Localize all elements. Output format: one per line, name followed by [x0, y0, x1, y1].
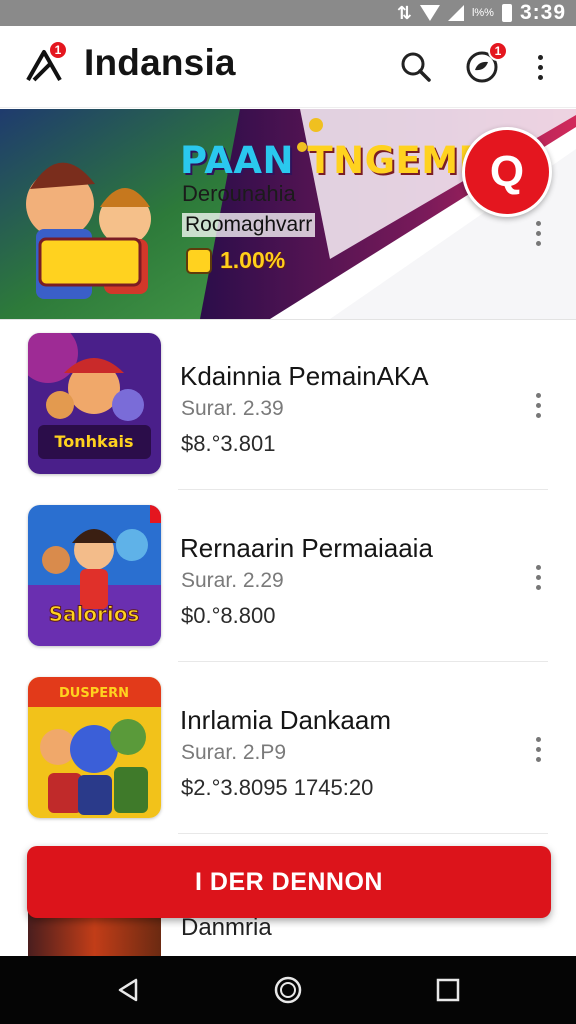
sync-icon: ⇅ [396, 2, 412, 23]
game-thumbnail[interactable]: DUSPERN [28, 677, 161, 818]
app-bar: 1 Indansia 1 [0, 26, 576, 108]
rating-chip-icon [186, 247, 212, 274]
more-vertical-icon [535, 220, 541, 246]
q-logo-badge[interactable]: Q [462, 127, 552, 217]
list-item[interactable]: Salorios Rernaarin Permaiaaia Surar. 2.2… [0, 505, 576, 675]
item-price: $2.°3.8095 1745:20 [181, 775, 374, 800]
wifi-icon [419, 5, 440, 21]
thumbnail-art: Salorios [28, 505, 161, 646]
game-thumbnail[interactable] [28, 912, 161, 956]
back-triangle-icon [118, 978, 138, 1002]
home-circle-icon [274, 976, 302, 1004]
more-vertical-icon [535, 564, 541, 590]
chat-notification-badge: 1 [488, 41, 508, 61]
item-separator [178, 833, 548, 834]
banner-headline-part1: PAAN [180, 139, 294, 182]
list-item[interactable]: DUSPERN Inrlamia Dankaam Surar. 2.P9 $2.… [0, 677, 576, 847]
logo-notification-badge: 1 [48, 40, 68, 60]
search-button[interactable] [396, 47, 436, 87]
item-subtitle: Surar. 2.29 [181, 569, 284, 592]
banner-rating: 1.00% [186, 247, 285, 274]
app-logo[interactable]: 1 [24, 40, 68, 86]
nav-back-button[interactable] [110, 972, 146, 1008]
banner-description: Roomaghvarr [182, 213, 316, 237]
item-separator [178, 489, 548, 490]
promo-banner[interactable]: PAAN TNGEMR Derounahia Roomaghvarr 1.00%… [0, 109, 576, 319]
thumbnail-caption: DUSPERN [59, 686, 129, 701]
app-title: Indansia [84, 42, 236, 83]
item-separator [178, 661, 548, 662]
list-item-partial[interactable]: Danmria [0, 912, 576, 956]
divider [0, 319, 576, 320]
item-title: Inrlamia Dankaam [180, 705, 391, 735]
thumbnail-caption: Tonhkais [54, 432, 133, 451]
nav-recents-button[interactable] [430, 972, 466, 1008]
battery-percent: l%% [471, 7, 494, 19]
list-item[interactable]: Tonhkais Kdainnia PemainAKA Surar. 2.39 … [0, 333, 576, 503]
banner-headline-part2: TNGEMR [307, 139, 488, 182]
status-icons: ⇅ l%% 3:39 [396, 1, 566, 24]
search-icon [401, 52, 431, 82]
battery-icon [501, 4, 512, 22]
recents-square-icon [436, 978, 460, 1002]
chat-button[interactable]: 1 [462, 41, 508, 87]
item-subtitle: Surar. 2.39 [181, 397, 284, 420]
thumbnail-art: DUSPERN [28, 677, 161, 818]
more-vertical-icon [535, 736, 541, 762]
banner-subtitle: Derounahia [182, 181, 296, 206]
primary-cta-button[interactable]: I DER DENNON [27, 846, 551, 918]
item-title: Rernaarin Permaiaaia [180, 533, 433, 563]
banner-rating-value: 1.00% [220, 247, 286, 273]
item-price: $8.°3.801 [181, 431, 276, 456]
item-subtitle: Surar. 2.P9 [181, 741, 287, 764]
item-more-button[interactable] [524, 385, 552, 425]
status-bar: ⇅ l%% 3:39 [0, 0, 576, 26]
more-vertical-icon [537, 54, 543, 80]
more-vertical-icon [535, 392, 541, 418]
item-more-button[interactable] [524, 557, 552, 597]
thumbnail-caption: Salorios [49, 602, 140, 626]
overflow-menu-button[interactable] [520, 47, 560, 87]
item-title: Danmria [181, 914, 272, 941]
thumbnail-art: Tonhkais [28, 333, 161, 474]
nav-home-button[interactable] [270, 972, 306, 1008]
item-more-button[interactable] [524, 729, 552, 769]
banner-more-button[interactable] [524, 213, 552, 253]
item-title: Kdainnia PemainAKA [180, 361, 429, 391]
system-nav-bar [0, 956, 576, 1024]
signal-icon [447, 5, 464, 21]
game-thumbnail[interactable]: Salorios [28, 505, 161, 646]
banner-headline: PAAN TNGEMR [180, 139, 488, 182]
status-time: 3:39 [519, 1, 566, 24]
game-thumbnail[interactable]: Tonhkais [28, 333, 161, 474]
item-price: $0.°8.800 [181, 603, 276, 628]
